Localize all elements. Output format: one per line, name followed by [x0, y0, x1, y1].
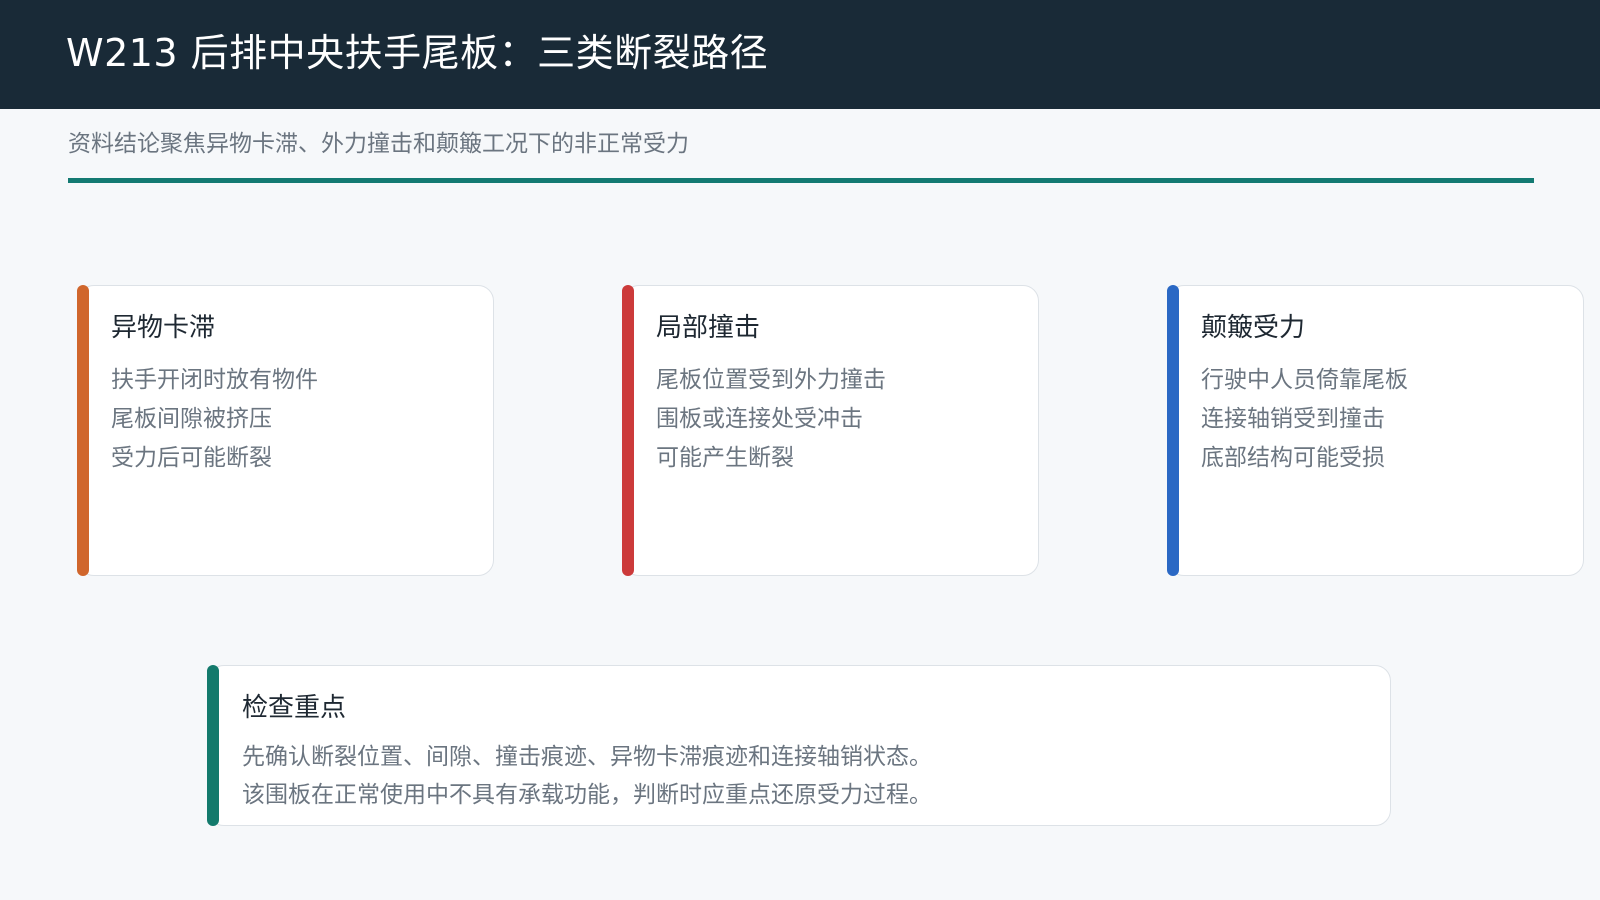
card-title: 颠簸受力 — [1201, 313, 1306, 343]
card-line-list: 尾板位置受到外力撞击 围板或连接处受冲击 可能产生断裂 — [656, 361, 886, 478]
card-line: 连接轴销受到撞击 — [1201, 406, 1385, 432]
card-line: 先确认断裂位置、间隙、撞击痕迹、异物卡滞痕迹和连接轴销状态。 — [242, 744, 932, 770]
card-line: 尾板间隙被挤压 — [111, 406, 272, 432]
card-line: 行驶中人员倚靠尾板 — [1201, 367, 1408, 393]
card-line: 可能产生断裂 — [656, 445, 794, 471]
title-bar: W213 后排中央扶手尾板：三类断裂路径 — [0, 0, 1600, 109]
card-line: 扶手开闭时放有物件 — [111, 367, 318, 393]
card-accent-bar — [622, 285, 634, 576]
card-line: 尾板位置受到外力撞击 — [656, 367, 886, 393]
card-line: 受力后可能断裂 — [111, 445, 272, 471]
card-accent-bar — [77, 285, 89, 576]
card-line-list: 扶手开闭时放有物件 尾板间隙被挤压 受力后可能断裂 — [111, 361, 318, 478]
card-local-impact: 局部撞击 尾板位置受到外力撞击 围板或连接处受冲击 可能产生断裂 — [622, 285, 1039, 576]
page-title: W213 后排中央扶手尾板：三类断裂路径 — [66, 31, 769, 75]
card-accent-bar — [1167, 285, 1179, 576]
card-line: 该围板在正常使用中不具有承载功能，判断时应重点还原受力过程。 — [242, 782, 932, 808]
card-accent-bar — [207, 665, 219, 826]
card-line-list: 行驶中人员倚靠尾板 连接轴销受到撞击 底部结构可能受损 — [1201, 361, 1408, 478]
title-divider — [68, 178, 1534, 183]
card-bump-load: 颠簸受力 行驶中人员倚靠尾板 连接轴销受到撞击 底部结构可能受损 — [1167, 285, 1584, 576]
card-inspection-focus: 检查重点 先确认断裂位置、间隙、撞击痕迹、异物卡滞痕迹和连接轴销状态。 该围板在… — [207, 665, 1391, 826]
card-line: 围板或连接处受冲击 — [656, 406, 863, 432]
card-title: 局部撞击 — [656, 313, 761, 343]
card-line: 底部结构可能受损 — [1201, 445, 1385, 471]
page-subtitle: 资料结论聚焦异物卡滞、外力撞击和颠簸工况下的非正常受力 — [68, 131, 689, 157]
card-foreign-object-jam: 异物卡滞 扶手开闭时放有物件 尾板间隙被挤压 受力后可能断裂 — [77, 285, 494, 576]
card-line-list: 先确认断裂位置、间隙、撞击痕迹、异物卡滞痕迹和连接轴销状态。 该围板在正常使用中… — [242, 738, 932, 814]
card-title: 检查重点 — [242, 693, 347, 723]
card-title: 异物卡滞 — [111, 313, 216, 343]
